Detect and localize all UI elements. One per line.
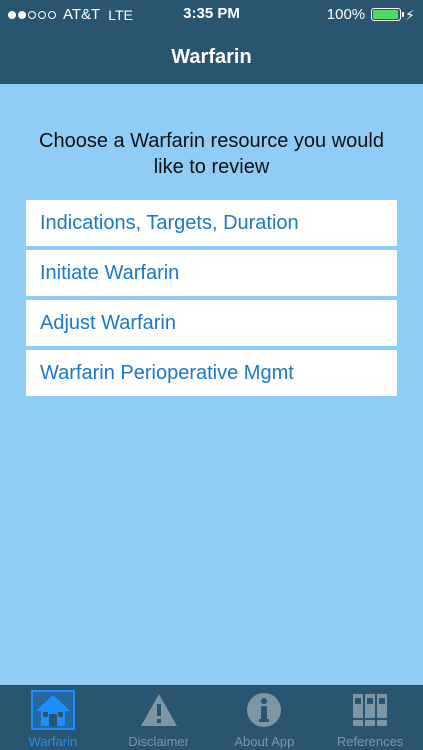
menu-item-initiate[interactable]: Initiate Warfarin [26,250,397,296]
screen: AT&T LTE 3:35 PM 100% ⚡ Warfarin Choose … [0,0,423,750]
tab-warfarin[interactable]: Warfarin [0,685,106,750]
menu-item-adjust[interactable]: Adjust Warfarin [26,300,397,346]
tab-label: Disclaimer [128,734,189,749]
page-title: Warfarin [171,45,252,68]
battery-icon [371,8,405,21]
menu-item-perioperative[interactable]: Warfarin Perioperative Mgmt [26,350,397,396]
charging-bolt-icon: ⚡ [405,6,415,23]
status-bar: AT&T LTE 3:35 PM 100% ⚡ [0,0,423,30]
binders-icon [350,690,390,735]
battery-percent: 100% [326,6,366,23]
battery-fill [373,10,399,19]
tab-references[interactable]: References [317,685,423,750]
tab-about-app[interactable]: About App [212,685,318,750]
resource-menu: Indications, Targets, Duration Initiate … [26,200,397,400]
tab-label: About App [234,734,295,749]
menu-item-indications[interactable]: Indications, Targets, Duration [26,200,397,246]
tab-label: Warfarin [28,734,78,749]
tab-disclaimer[interactable]: Disclaimer [106,685,212,750]
header: AT&T LTE 3:35 PM 100% ⚡ Warfarin [0,0,423,84]
info-icon [244,690,284,735]
status-right: 100% ⚡ [327,6,415,23]
prompt-text: Choose a Warfarin resource you would lik… [39,130,384,178]
nav-bar: Warfarin [0,30,423,84]
tab-bar: Warfarin Disclaimer About App References [0,685,423,750]
battery-cap [402,12,405,17]
warning-icon [139,690,179,735]
house-icon [30,690,76,735]
tab-label: References [336,734,404,749]
